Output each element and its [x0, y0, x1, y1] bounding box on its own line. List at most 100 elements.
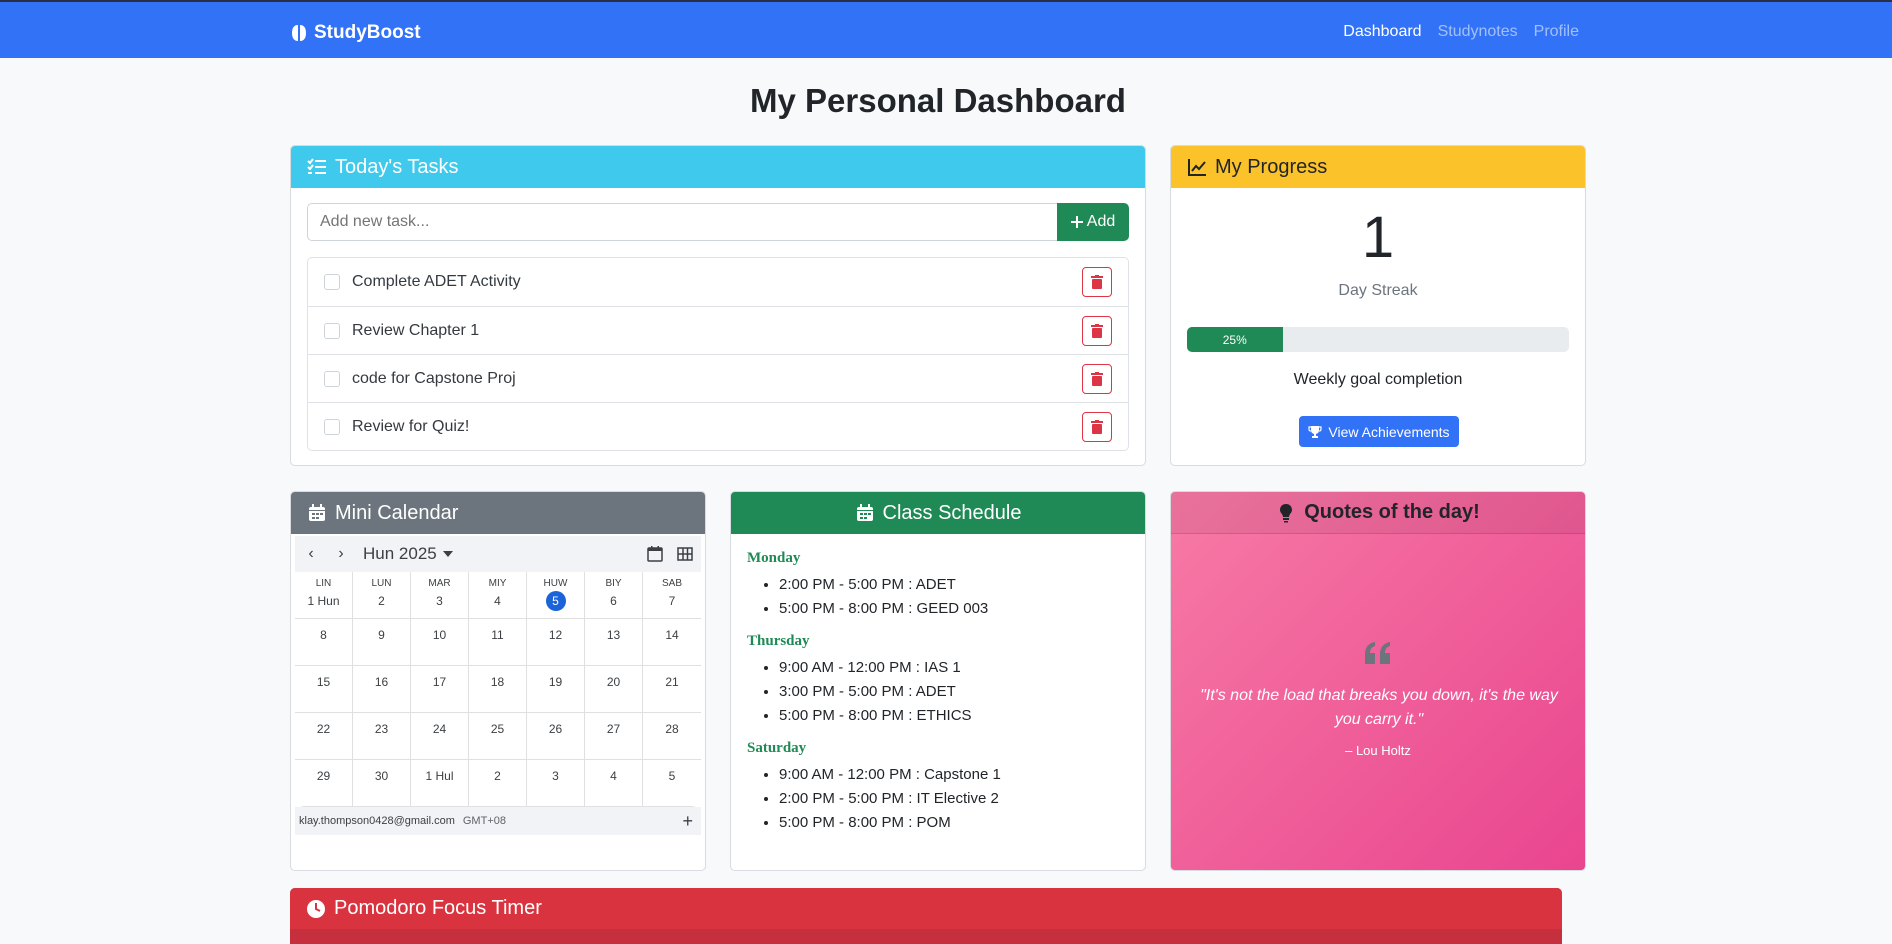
calendar-day-cell[interactable]: 13	[585, 619, 643, 666]
calendar-day: 15	[316, 675, 331, 689]
calendar-day: 4	[494, 594, 501, 608]
calendar-day: 27	[606, 722, 621, 736]
add-event-icon[interactable]: +	[682, 811, 697, 832]
calendar-day-cell[interactable]: 25	[469, 713, 527, 760]
delete-task-button[interactable]	[1082, 267, 1112, 297]
calendar-day-cell[interactable]: 30	[353, 760, 411, 807]
mini-calendar-card: Mini Calendar ‹ › Hun 2025 LIN 1 Hun LUN 2 M…	[290, 491, 706, 871]
calendar-day: 22	[316, 722, 331, 736]
schedule-list: 9:00 AM - 12:00 PM : IAS 1 3:00 PM - 5:0…	[747, 656, 1127, 728]
task-text: code for Capstone Proj	[352, 369, 516, 387]
calendar-day-cell[interactable]: 24	[411, 713, 469, 760]
calendar-day-cell[interactable]: HUW 5	[527, 572, 585, 619]
calendar-day-cell[interactable]: 16	[353, 666, 411, 713]
nav-link-profile[interactable]: Profile	[1534, 23, 1579, 41]
calendar-icon	[309, 504, 325, 521]
calendar-day-cell[interactable]: 4	[585, 760, 643, 807]
schedule-item: 5:00 PM - 8:00 PM : ETHICS	[779, 704, 1127, 728]
calendar-day-cell[interactable]: 12	[527, 619, 585, 666]
brain-icon	[292, 25, 306, 41]
task-checkbox[interactable]	[324, 418, 340, 435]
calendar-day: 30	[374, 769, 389, 783]
add-task-button[interactable]: Add	[1057, 203, 1129, 241]
calendar-day-cell[interactable]: 10	[411, 619, 469, 666]
tasks-card: Today's Tasks Add Complete ADET Activity…	[290, 145, 1146, 466]
calendar-view-icon[interactable]	[647, 546, 663, 562]
calendar-day-cell[interactable]: BIY 6	[585, 572, 643, 619]
nav-link-dashboard[interactable]: Dashboard	[1343, 23, 1421, 41]
task-checkbox[interactable]	[324, 274, 340, 290]
trash-icon	[1091, 324, 1103, 338]
calendar-day-cell[interactable]: 27	[585, 713, 643, 760]
calendar-account: klay.thompson0428@gmail.com	[299, 815, 455, 827]
pomodoro-card: Pomodoro Focus Timer	[290, 888, 1562, 944]
schedule-day: Saturday	[747, 740, 807, 756]
task-checkbox[interactable]	[324, 322, 340, 339]
grid-view-icon[interactable]	[677, 546, 693, 562]
calendar-day-cell[interactable]: MAR 3	[411, 572, 469, 619]
calendar-day-cell[interactable]: 28	[643, 713, 701, 760]
tasks-header: Today's Tasks	[291, 146, 1145, 188]
calendar-day-cell[interactable]: SAB 7	[643, 572, 701, 619]
calendar-day-cell[interactable]: 26	[527, 713, 585, 760]
task-item: Review for Quiz!	[308, 402, 1128, 450]
new-task-input[interactable]	[307, 203, 1057, 241]
lightbulb-icon	[1280, 503, 1293, 522]
calendar-weekday: HUW	[543, 578, 568, 589]
calendar-toolbar: ‹ › Hun 2025	[295, 536, 701, 572]
calendar-day: 13	[606, 628, 621, 642]
schedule-item: 9:00 AM - 12:00 PM : IAS 1	[779, 656, 1127, 680]
calendar-tools	[647, 546, 693, 562]
calendar-day-cell[interactable]: 11	[469, 619, 527, 666]
calendar-day-cell[interactable]: 3	[527, 760, 585, 807]
chevron-right-icon[interactable]: ›	[333, 545, 349, 563]
delete-task-button[interactable]	[1082, 364, 1112, 394]
tasks-title: Today's Tasks	[335, 155, 459, 178]
view-achievements-button[interactable]: View Achievements	[1299, 416, 1459, 447]
task-item: Review Chapter 1	[308, 306, 1128, 354]
quotes-title: Quotes of the day!	[1304, 501, 1480, 523]
plus-icon	[1070, 216, 1083, 228]
calendar-day-cell[interactable]: MIY 4	[469, 572, 527, 619]
calendar-day-cell[interactable]: 17	[411, 666, 469, 713]
schedule-body: Monday 2:00 PM - 5:00 PM : ADET 5:00 PM …	[747, 550, 1127, 847]
brand-link[interactable]: StudyBoost	[290, 22, 421, 44]
list-check-icon	[307, 158, 326, 174]
brand-name: StudyBoost	[314, 22, 421, 43]
chevron-left-icon[interactable]: ‹	[303, 545, 319, 563]
calendar-day-cell[interactable]: 21	[643, 666, 701, 713]
calendar-day-cell[interactable]: 19	[527, 666, 585, 713]
page-title: My Personal Dashboard	[750, 82, 1126, 119]
quotes-card: Quotes of the day! "It's not the load th…	[1170, 491, 1586, 871]
quote-text: "It's not the load that breaks you down,…	[1200, 687, 1558, 728]
calendar-day: 2	[378, 594, 385, 608]
calendar-day-cell[interactable]: LIN 1 Hun	[295, 572, 353, 619]
navbar: StudyBoost Dashboard Studynotes Profile	[0, 0, 1892, 58]
delete-task-button[interactable]	[1082, 412, 1112, 442]
calendar-day-cell[interactable]: 22	[295, 713, 353, 760]
calendar-day-cell[interactable]: 9	[353, 619, 411, 666]
calendar-day-cell[interactable]: 15	[295, 666, 353, 713]
calendar-day-cell[interactable]: 5	[643, 760, 701, 807]
quotes-header: Quotes of the day!	[1171, 492, 1585, 534]
calendar-day-cell[interactable]: 14	[643, 619, 701, 666]
trophy-icon	[1308, 425, 1323, 438]
schedule-header: Class Schedule	[731, 492, 1145, 534]
calendar-day-cell[interactable]: 2	[469, 760, 527, 807]
calendar-day-cell[interactable]: 18	[469, 666, 527, 713]
calendar-day: 5	[668, 769, 676, 783]
calendar-day-cell[interactable]: 8	[295, 619, 353, 666]
calendar-day-cell[interactable]: 29	[295, 760, 353, 807]
calendar-day-cell[interactable]: 1 Hul	[411, 760, 469, 807]
calendar-day-cell[interactable]: 23	[353, 713, 411, 760]
task-checkbox[interactable]	[324, 370, 340, 387]
calendar-day-cell[interactable]: 20	[585, 666, 643, 713]
delete-task-button[interactable]	[1082, 316, 1112, 346]
calendar-weekday: MAR	[428, 578, 451, 589]
calendar-day: 28	[665, 722, 679, 736]
nav-link-studynotes[interactable]: Studynotes	[1438, 23, 1518, 41]
calendar-month-select[interactable]: Hun 2025	[363, 544, 453, 564]
calendar-day: 18	[490, 675, 505, 689]
calendar-day-cell[interactable]: LUN 2	[353, 572, 411, 619]
trash-icon	[1091, 372, 1103, 386]
